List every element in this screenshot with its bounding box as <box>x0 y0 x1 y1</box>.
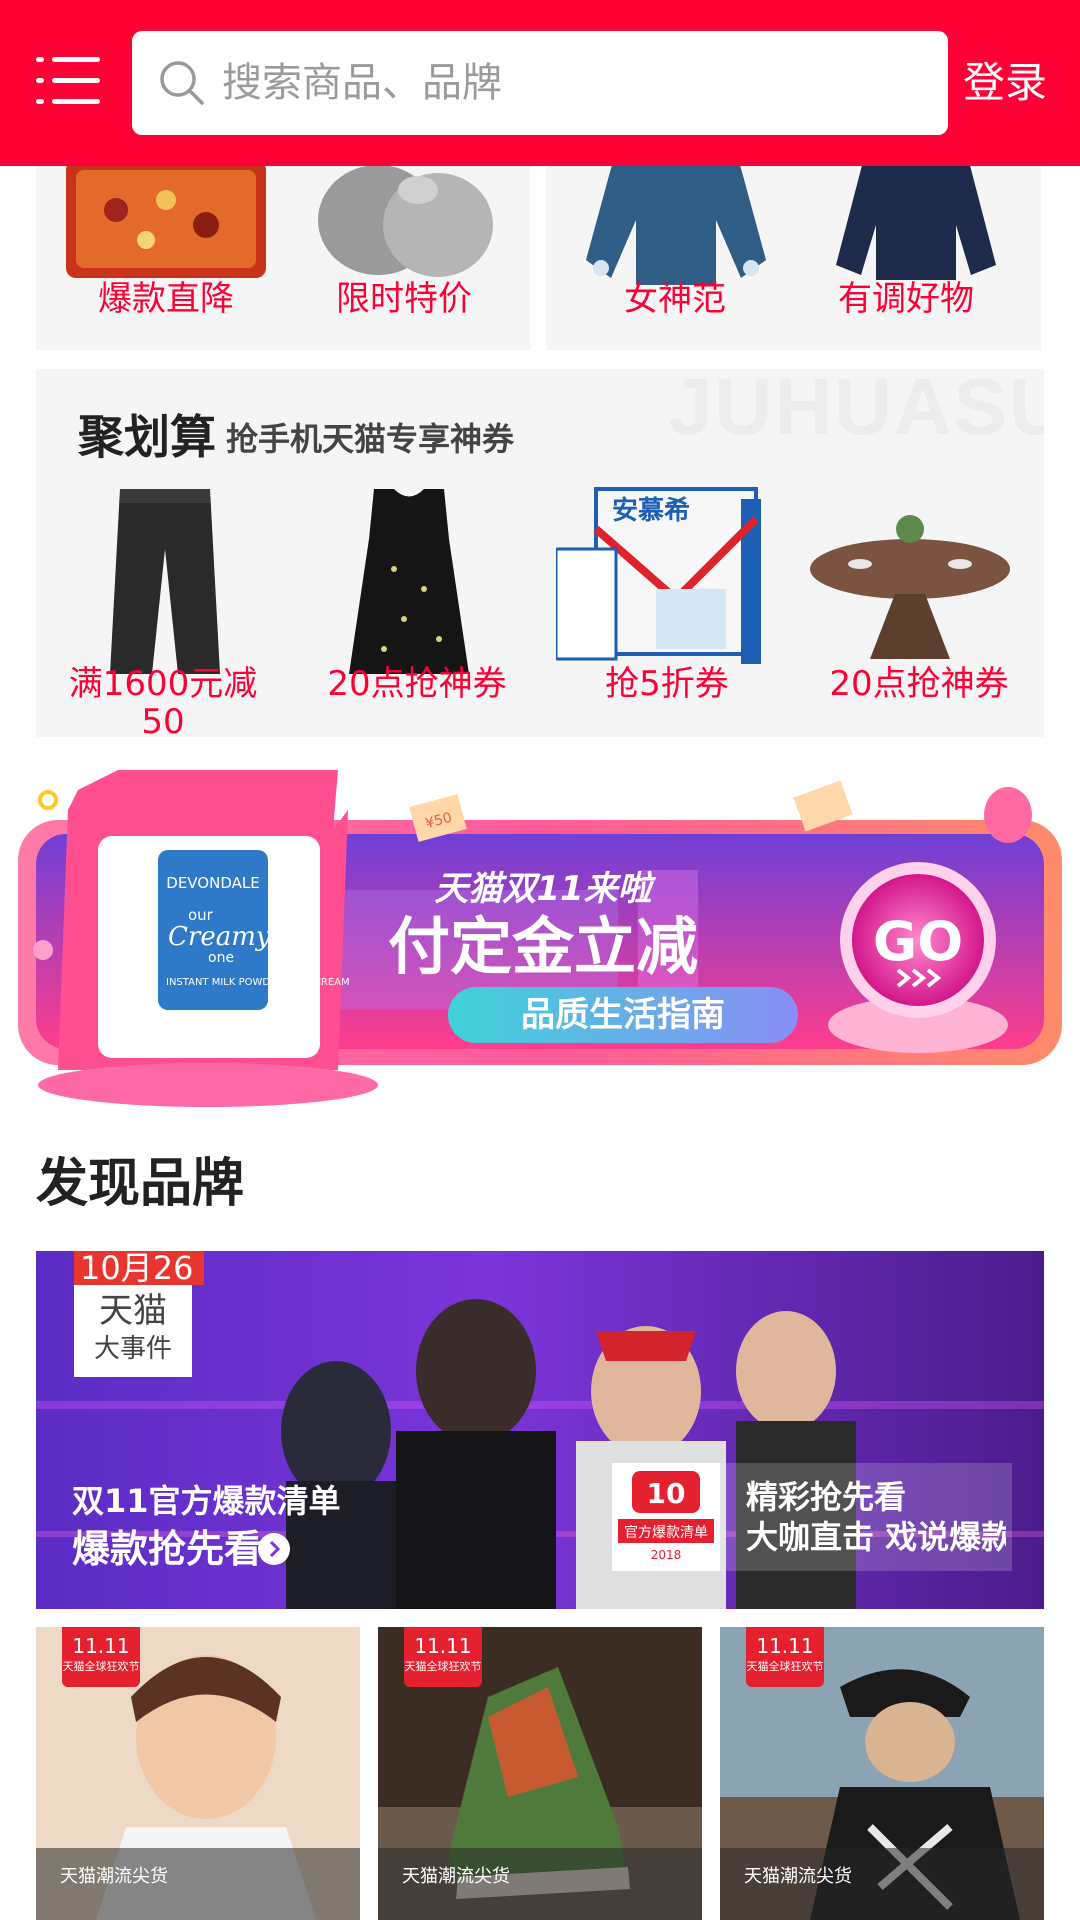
pants-image <box>110 489 220 674</box>
product-brand: DEVONDALE <box>166 874 259 892</box>
arrow-right-icon[interactable] <box>258 1533 290 1565</box>
banner-headline-small: 天猫双11来啦 <box>434 869 656 909</box>
category-card-deals[interactable]: 爆款直降 限时特价 <box>36 150 530 350</box>
category-label: 限时特价 <box>319 278 489 320</box>
tile-footer: 天猫潮流尖货 <box>36 1848 360 1920</box>
brand-tile[interactable]: 11.11 天猫全球狂欢节 天猫潮流尖货 <box>378 1627 702 1920</box>
search-input[interactable]: 搜索商品、品牌 <box>132 31 948 135</box>
discover-title: 发现品牌 <box>36 1154 245 1214</box>
tile-footer-text: 天猫潮流尖货 <box>744 1866 852 1887</box>
double-11-badge: 11.11 天猫全球狂欢节 <box>62 1627 140 1687</box>
section-subtitle: 抢手机天猫专享神券 <box>226 420 515 458</box>
login-button[interactable]: 登录 <box>963 55 1047 111</box>
deal-label: 抢5折券 <box>605 664 729 704</box>
double-11-badge: 11.11 天猫全球狂欢节 <box>404 1627 482 1687</box>
event-card-subtitle: 大咖直击 戏说爆款 <box>746 1518 1006 1556</box>
event-tag-line2: 大事件 <box>93 1334 172 1364</box>
tile-footer: 天猫潮流尖货 <box>378 1848 702 1920</box>
brand-tile[interactable]: 11.11 天猫全球狂欢节 天猫潮流尖货 <box>720 1627 1044 1920</box>
product-brand-text: 安慕希 <box>612 495 690 526</box>
event-card-title: 精彩抢先看 <box>746 1478 907 1516</box>
tile-footer: 天猫潮流尖货 <box>720 1848 1044 1920</box>
deal-label: 20点抢神券 <box>327 664 507 704</box>
svg-text:10: 10 <box>647 1477 686 1510</box>
event-logo-year: 2018 <box>651 1548 682 1562</box>
double-11-badge: 11.11 天猫全球狂欢节 <box>746 1627 824 1687</box>
brand-event-banner[interactable]: 10月26 天猫 大事件 双11官方爆款清单 爆款抢先看 10 官方爆款清单 2… <box>36 1251 1044 1609</box>
deal-label: 20点抢神券 <box>829 664 1009 704</box>
slippers-image <box>318 165 493 277</box>
promo-banner[interactable]: DEVONDALE our Creamy one INSTANT MILK PO… <box>18 770 1062 1110</box>
product-name-2: Creamy <box>168 922 271 952</box>
jacket-image <box>836 150 996 280</box>
event-date: 10月26 <box>74 1251 204 1285</box>
badge-sub: 天猫全球狂欢节 <box>62 1660 140 1673</box>
badge-text: 11.11 <box>756 1634 814 1658</box>
tile-footer-text: 天猫潮流尖货 <box>402 1866 510 1887</box>
category-label: 有调好物 <box>821 278 991 320</box>
deal-label: 满1600元减50 <box>68 664 258 737</box>
section-title: 聚划算 <box>78 410 216 464</box>
banner-pill-text: 品质生活指南 <box>521 995 725 1035</box>
event-tag: 天猫 大事件 <box>74 1285 192 1377</box>
yogurt-box-image: 安慕希 <box>556 487 761 664</box>
event-logo: 10 官方爆款清单 2018 <box>612 1463 720 1571</box>
sweater-image <box>586 150 766 285</box>
category-label: 女神范 <box>590 278 760 320</box>
go-button-text[interactable]: GO <box>873 910 963 973</box>
dress-image <box>349 489 469 674</box>
menu-icon[interactable] <box>36 55 100 107</box>
event-title: 爆款抢先看 <box>72 1527 263 1571</box>
search-placeholder: 搜索商品、品牌 <box>222 60 502 106</box>
search-icon <box>160 61 204 105</box>
juhuasuan-section[interactable]: JUHUASUAN 聚划算 抢手机天猫专享神券 <box>36 369 1044 737</box>
category-card-fashion[interactable]: 女神范 有调好物 <box>546 150 1041 350</box>
banner-headline-big: 付定金立减 <box>388 910 698 983</box>
page: 搜索商品、品牌 登录 爆款直降 限时特价 女神范 有调好物 JUHUASU 聚划… <box>0 0 1080 1920</box>
event-info-card[interactable]: 10 官方爆款清单 2018 精彩抢先看 大咖直击 戏说爆款 <box>612 1463 1012 1571</box>
food-image <box>56 150 276 278</box>
badge-text: 11.11 <box>72 1634 130 1658</box>
badge-sub: 天猫全球狂欢节 <box>746 1660 824 1673</box>
event-tag-line1: 天猫 <box>99 1291 167 1331</box>
product-desc: INSTANT MILK POWDER FULL CREAM <box>166 977 350 988</box>
category-label: 爆款直降 <box>81 278 251 320</box>
badge-sub: 天猫全球狂欢节 <box>404 1660 482 1673</box>
badge-text: 11.11 <box>414 1634 472 1658</box>
top-bar: 搜索商品、品牌 登录 <box>0 0 1080 166</box>
table-image <box>810 515 1010 659</box>
event-subtitle: 双11官方爆款清单 <box>72 1482 341 1520</box>
product-name-3: one <box>208 950 234 966</box>
event-logo-text: 官方爆款清单 <box>624 1525 708 1541</box>
juhuasuan-watermark: JUHUASUAN <box>668 369 1044 451</box>
tile-footer-text: 天猫潮流尖货 <box>60 1866 168 1887</box>
brand-tile[interactable]: 11.11 天猫全球狂欢节 天猫潮流尖货 <box>36 1627 360 1920</box>
